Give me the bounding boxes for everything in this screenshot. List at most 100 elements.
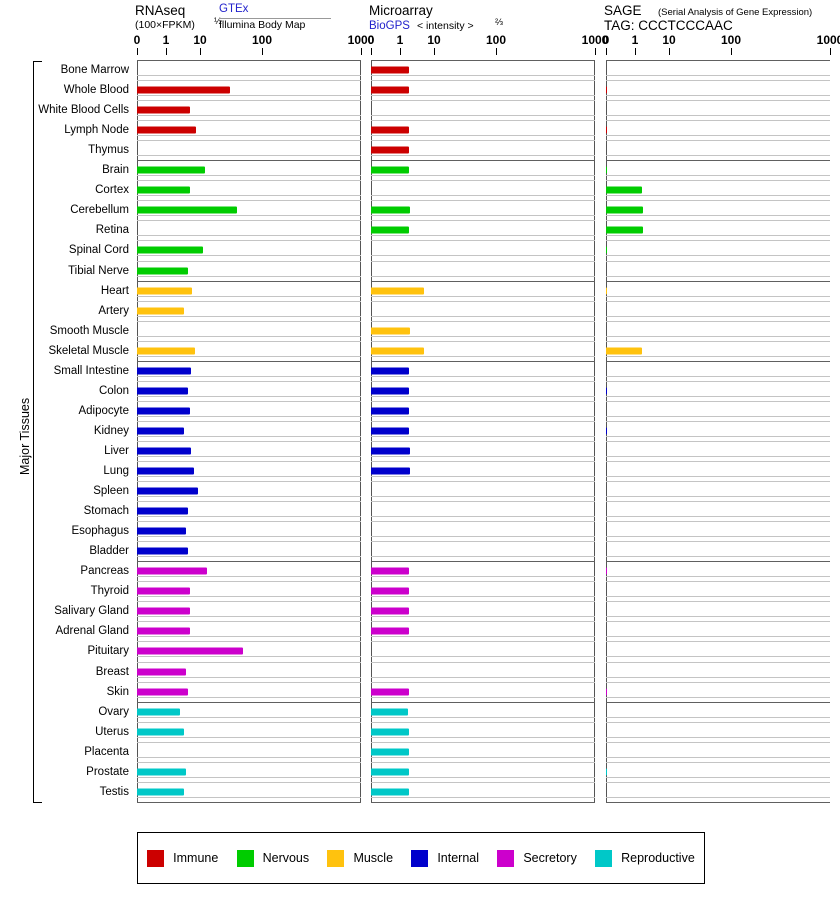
- bar-rnaseq-28: [137, 627, 190, 635]
- row-separator-1-27: [371, 601, 595, 603]
- row-separator-0-15: [137, 360, 361, 362]
- legend-swatch-secretory: [497, 849, 515, 867]
- bar-rnaseq-33: [137, 728, 185, 736]
- row-separator-b-2-17: [606, 415, 830, 417]
- row-separator-b-2-21: [606, 496, 830, 498]
- row-separator-2-21: [606, 481, 830, 483]
- tissue-label-27: Salivary Gland: [54, 605, 129, 618]
- row-separator-b-2-25: [606, 576, 830, 578]
- row-separator-2-8: [606, 220, 830, 222]
- row-separator-0-28: [137, 621, 361, 623]
- bar-microarray-18: [371, 427, 410, 435]
- bar-rnaseq-15: [137, 367, 192, 375]
- row-separator-0-12: [137, 300, 361, 302]
- bar-microarray-36: [371, 788, 410, 796]
- tissue-label-11: Heart: [100, 284, 129, 297]
- legend-item-secretory[interactable]: Secretory: [497, 849, 577, 867]
- bar-rnaseq-11: [137, 287, 193, 295]
- panel-source-rnaseq: GTEx: [219, 3, 249, 15]
- row-separator-1-12: [371, 300, 595, 302]
- axis-tick-microarray-1: [400, 48, 401, 55]
- row-separator-b-0-22: [137, 516, 361, 518]
- axis-tick-label-rnaseq-0: 0: [133, 33, 141, 47]
- bar-microarray-27: [371, 607, 410, 615]
- row-separator-2-32: [606, 701, 830, 703]
- row-separator-b-1-13: [371, 335, 595, 337]
- row-separator-b-1-18: [371, 435, 595, 437]
- row-separator-b-2-6: [606, 195, 830, 197]
- row-separator-1-4: [371, 140, 595, 142]
- bar-microarray-0: [371, 66, 410, 74]
- tissue-label-3: Lymph Node: [64, 124, 129, 137]
- row-separator-b-1-4: [371, 155, 595, 157]
- row-separator-b-2-16: [606, 395, 830, 397]
- row-separator-1-10: [371, 260, 595, 262]
- row-separator-2-17: [606, 400, 830, 402]
- row-separator-b-0-13: [137, 335, 361, 337]
- row-separator-b-0-20: [137, 476, 361, 478]
- legend-item-nervous[interactable]: Nervous: [236, 849, 309, 867]
- bar-microarray-31: [371, 688, 410, 696]
- row-separator-0-3: [137, 120, 361, 122]
- row-separator-0-21: [137, 481, 361, 483]
- row-separator-1-2: [371, 100, 595, 102]
- legend-item-reproductive[interactable]: Reproductive: [595, 849, 695, 867]
- row-separator-0-8: [137, 220, 361, 222]
- row-separator-b-2-29: [606, 656, 830, 658]
- row-separator-b-0-25: [137, 576, 361, 578]
- row-separator-b-2-5: [606, 175, 830, 177]
- legend-item-internal[interactable]: Internal: [411, 849, 479, 867]
- bar-sage-8: [606, 226, 644, 234]
- tissue-label-0: Bone Marrow: [60, 64, 129, 77]
- row-separator-b-1-12: [371, 315, 595, 317]
- row-separator-1-28: [371, 621, 595, 623]
- bar-rnaseq-31: [137, 688, 189, 696]
- row-separator-b-2-27: [606, 616, 830, 618]
- tissue-label-28: Adrenal Gland: [55, 625, 129, 638]
- tissue-label-20: Lung: [103, 465, 129, 478]
- row-separator-2-16: [606, 380, 830, 382]
- row-separator-2-2: [606, 100, 830, 102]
- row-separator-b-0-36: [137, 796, 361, 798]
- row-separator-b-0-27: [137, 616, 361, 618]
- bar-rnaseq-10: [137, 267, 189, 275]
- row-separator-b-1-10: [371, 275, 595, 277]
- row-separator-1-20: [371, 461, 595, 462]
- legend-label-secretory: Secretory: [523, 851, 577, 865]
- row-separator-b-0-1: [137, 95, 361, 97]
- bar-microarray-13: [371, 327, 411, 335]
- row-separator-1-30: [371, 661, 595, 663]
- panel-source-note-rnaseq: Illumina Body Map: [219, 19, 306, 31]
- row-separator-b-0-18: [137, 435, 361, 437]
- row-separator-2-28: [606, 621, 830, 623]
- bar-rnaseq-21: [137, 487, 199, 495]
- axis-tick-label-microarray-3: 100: [485, 33, 507, 47]
- row-separator-1-0: [371, 60, 595, 61]
- bar-rnaseq-12: [137, 307, 185, 315]
- row-separator-b-0-12: [137, 315, 361, 317]
- tissue-label-16: Colon: [98, 384, 129, 397]
- row-separator-1-3: [371, 120, 595, 122]
- panel-subtitle-rnaseq: (100×FPKM): [135, 19, 195, 31]
- row-separator-b-1-11: [371, 295, 595, 297]
- axis-tick-label-microarray-1: 1: [396, 33, 404, 47]
- row-separator-1-16: [371, 380, 595, 382]
- row-separator-b-1-31: [371, 696, 595, 698]
- row-separator-1-24: [371, 541, 595, 543]
- tissue-label-36: Testis: [99, 785, 129, 798]
- row-separator-1-31: [371, 681, 595, 683]
- row-separator-2-25: [606, 561, 830, 563]
- row-separator-b-1-30: [371, 676, 595, 678]
- row-separator-2-9: [606, 240, 830, 242]
- row-separator-b-2-12: [606, 315, 830, 317]
- row-separator-b-2-7: [606, 215, 830, 217]
- row-separator-b-2-31: [606, 696, 830, 698]
- axis-tick-rnaseq-2: [200, 48, 201, 55]
- row-separator-2-18: [606, 420, 830, 422]
- tissue-label-25: Pancreas: [80, 565, 129, 578]
- row-separator-0-22: [137, 501, 361, 503]
- legend-item-immune[interactable]: Immune: [147, 849, 218, 867]
- row-separator-b-1-32: [371, 716, 595, 718]
- tissue-label-29: Pituitary: [87, 645, 129, 658]
- legend-item-muscle[interactable]: Muscle: [327, 849, 393, 867]
